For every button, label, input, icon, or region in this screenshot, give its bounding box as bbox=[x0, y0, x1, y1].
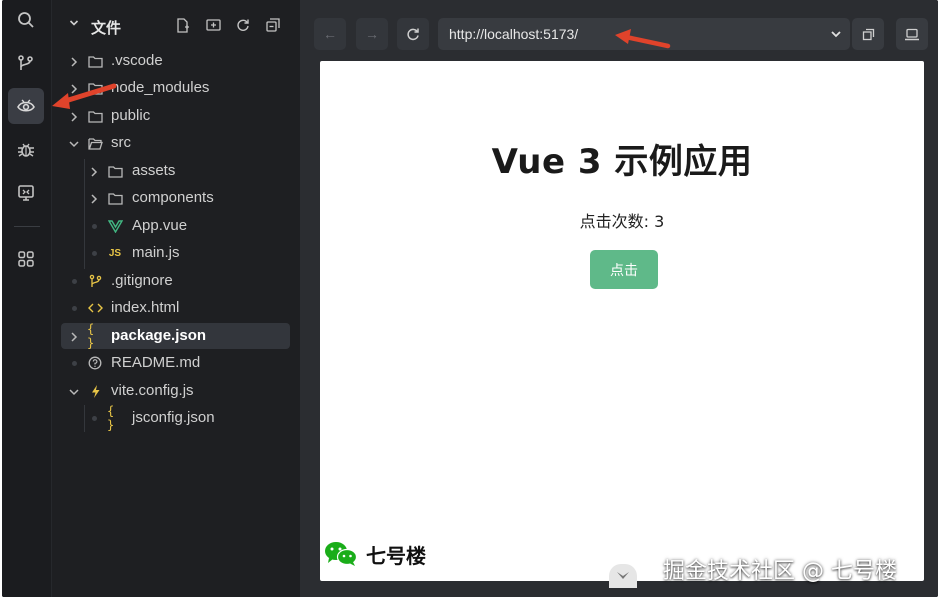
wechat-label: 七号楼 bbox=[324, 538, 426, 570]
search-icon[interactable] bbox=[8, 2, 44, 38]
tree-item-label: assets bbox=[132, 162, 176, 179]
tree-item-label: main.js bbox=[132, 244, 180, 261]
vue-icon bbox=[107, 218, 123, 234]
explorer-title: 文件 bbox=[91, 19, 122, 37]
tree-item-label: README.md bbox=[111, 354, 201, 371]
git-icon bbox=[87, 273, 103, 289]
annotation-arrow-icon bbox=[52, 83, 117, 109]
tree-item-package-json[interactable]: { } package.json bbox=[61, 322, 290, 350]
tree-dot bbox=[72, 279, 77, 284]
chevron-right-icon bbox=[89, 165, 99, 177]
click-count: 点击次数: 3 bbox=[579, 212, 665, 231]
back-button[interactable]: ← bbox=[314, 18, 346, 50]
chevron-right-icon bbox=[69, 55, 79, 67]
tree-item-jsconfig[interactable]: { } jsconfig.json bbox=[61, 404, 290, 432]
refresh-icon[interactable] bbox=[233, 15, 253, 35]
tree-item-label: .vscode bbox=[111, 52, 163, 69]
forward-button[interactable]: → bbox=[356, 18, 388, 50]
chevron-right-icon bbox=[89, 192, 99, 204]
folder-icon bbox=[87, 53, 103, 69]
ide-window: 文件 .vscode node_modules public src asset… bbox=[2, 0, 938, 597]
tree-dot bbox=[72, 361, 77, 366]
explorer-header: 文件 bbox=[53, 10, 297, 40]
scroll-down-icon[interactable] bbox=[609, 564, 637, 588]
page-viewport[interactable]: Vue 3 示例应用 点击次数: 3 点击 bbox=[320, 61, 924, 581]
browser-preview-panel: ← → http://localhost:5173/ Vue 3 示例应用 点击… bbox=[300, 0, 938, 597]
json-braces-icon: { } bbox=[107, 404, 115, 432]
watermark: 掘金技术社区 @ 七号楼 bbox=[663, 559, 897, 584]
tree-item-readme[interactable]: README.md bbox=[61, 350, 290, 376]
tree-dot bbox=[72, 306, 77, 311]
wechat-account-name: 七号楼 bbox=[366, 543, 426, 568]
tree-item-label: vite.config.js bbox=[111, 382, 194, 399]
debug-icon[interactable] bbox=[8, 132, 44, 168]
tree-item-vscode[interactable]: .vscode bbox=[61, 48, 290, 74]
new-folder-icon[interactable] bbox=[203, 15, 223, 35]
chevron-down-icon bbox=[68, 137, 79, 149]
folder-icon bbox=[107, 190, 123, 206]
app-title: Vue 3 示例应用 bbox=[491, 142, 753, 182]
remote-icon[interactable] bbox=[8, 175, 44, 211]
chevron-down-icon[interactable] bbox=[69, 16, 79, 35]
activity-separator bbox=[14, 226, 40, 227]
tree-item-components[interactable]: components bbox=[61, 185, 290, 211]
chevron-down-icon[interactable] bbox=[830, 27, 842, 45]
tree-item-label: components bbox=[132, 189, 214, 206]
chevron-right-icon bbox=[69, 330, 79, 342]
source-control-icon[interactable] bbox=[8, 45, 44, 81]
tree-item-vite-config[interactable]: vite.config.js bbox=[61, 378, 290, 404]
tree-dot bbox=[92, 251, 97, 256]
url-text: http://localhost:5173/ bbox=[449, 26, 579, 42]
tree-dot bbox=[92, 224, 97, 229]
device-toggle-button[interactable] bbox=[896, 18, 928, 50]
annotation-arrow-icon bbox=[615, 29, 671, 49]
tree-item-main-js[interactable]: JS main.js bbox=[61, 240, 290, 266]
extensions-icon[interactable] bbox=[8, 241, 44, 277]
new-file-icon[interactable] bbox=[173, 15, 193, 35]
info-icon bbox=[87, 355, 103, 371]
tree-item-label: node_modules bbox=[111, 79, 210, 96]
wechat-icon bbox=[325, 542, 358, 566]
tree-item-gitignore[interactable]: .gitignore bbox=[61, 268, 290, 294]
js-icon: JS bbox=[108, 247, 122, 259]
json-braces-icon: { } bbox=[87, 322, 95, 350]
folder-icon bbox=[107, 163, 123, 179]
tree-item-label: App.vue bbox=[132, 217, 188, 234]
tree-item-label: src bbox=[111, 134, 131, 151]
copy-icon bbox=[862, 28, 874, 40]
folder-open-icon bbox=[87, 135, 103, 151]
open-external-button[interactable] bbox=[852, 18, 884, 50]
activity-bar bbox=[2, 0, 52, 597]
tree-item-assets[interactable]: assets bbox=[61, 158, 290, 184]
reload-button[interactable] bbox=[397, 18, 429, 50]
tree-item-src[interactable]: src bbox=[61, 130, 290, 156]
tree-item-label: index.html bbox=[111, 299, 180, 316]
lightning-icon bbox=[87, 383, 103, 399]
reload-icon bbox=[407, 28, 419, 41]
code-icon bbox=[87, 300, 103, 316]
laptop-icon bbox=[905, 28, 919, 40]
tree-item-label: package.json bbox=[111, 327, 207, 344]
chevron-down-icon bbox=[68, 385, 79, 397]
collapse-all-icon[interactable] bbox=[263, 15, 283, 35]
click-button[interactable]: 点击 bbox=[590, 250, 658, 289]
tree-item-label: jsconfig.json bbox=[132, 409, 215, 426]
tree-item-app-vue[interactable]: App.vue bbox=[61, 213, 290, 239]
tree-item-index-html[interactable]: index.html bbox=[61, 295, 290, 321]
preview-icon[interactable] bbox=[8, 88, 44, 124]
tree-dot bbox=[92, 416, 97, 421]
tree-item-label: .gitignore bbox=[111, 272, 173, 289]
